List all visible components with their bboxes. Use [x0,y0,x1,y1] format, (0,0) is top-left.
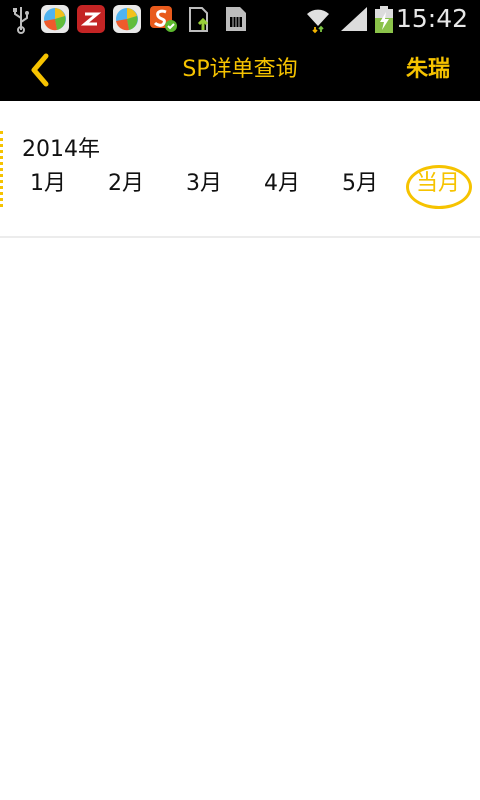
month-item-3[interactable]: 3月 [168,165,240,209]
wifi-icon [307,9,329,34]
app-store-icon [113,5,141,33]
signal-icon [341,7,367,31]
month-list: 1月 2月 3月 4月 5月 当月 [0,165,480,209]
month-label: 1月 [30,171,66,196]
year-label: 2014年 [22,137,100,162]
s-app-icon [150,6,177,32]
month-label: 4月 [264,171,300,196]
sim-card-icon [226,7,246,31]
app-header: SP详单查询 朱瑞 [0,38,480,101]
z-app-icon [77,5,105,33]
month-item-current[interactable]: 当月 [402,165,474,209]
back-button[interactable] [18,48,62,92]
app-store-icon [41,5,69,33]
month-item-1[interactable]: 1月 [12,165,84,209]
usb-icon [13,7,29,34]
status-bar: 15:42 [0,0,480,38]
month-item-2[interactable]: 2月 [90,165,162,209]
chevron-left-icon [31,53,49,87]
month-item-4[interactable]: 4月 [246,165,318,209]
month-selector: 2014年 1月 2月 3月 4月 5月 当月 [0,101,480,238]
month-label: 3月 [186,171,222,196]
month-label: 5月 [342,171,378,196]
month-label: 当月 [415,171,460,196]
user-name[interactable]: 朱瑞 [406,38,450,101]
clock: 15:42 [395,4,468,33]
upload-icon [189,7,209,32]
month-label: 2月 [108,171,144,196]
month-item-5[interactable]: 5月 [324,165,396,209]
